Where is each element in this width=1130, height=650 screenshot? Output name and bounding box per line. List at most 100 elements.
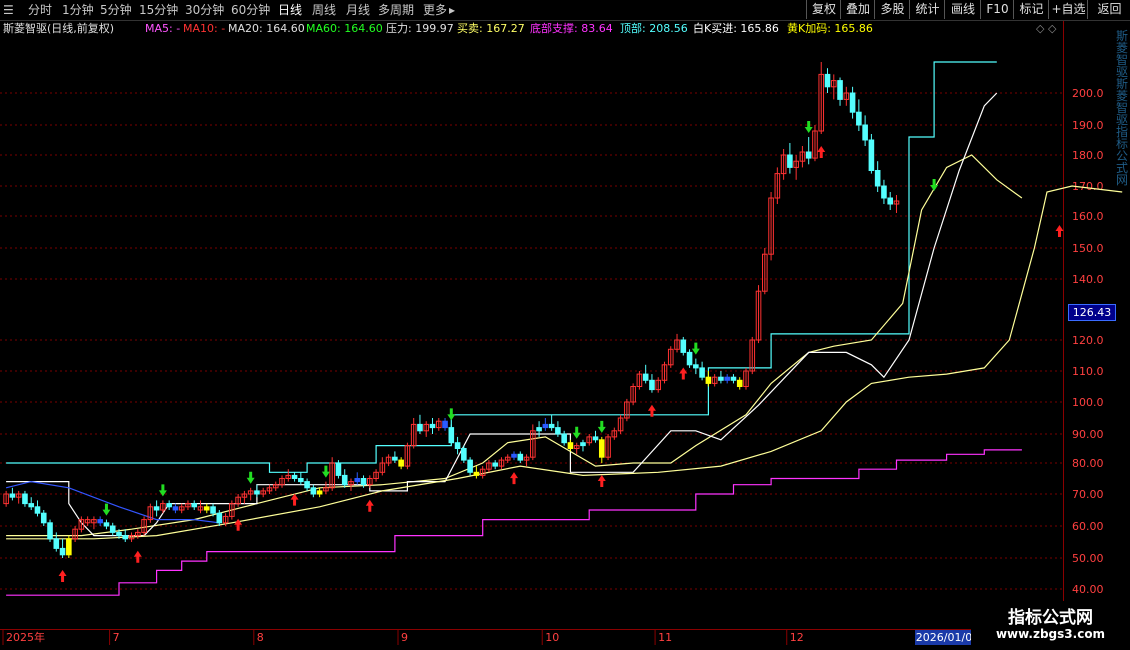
- candle-body: [705, 376, 712, 384]
- candle-body: [291, 474, 298, 479]
- legend-ma60: MA60: 164.60: [306, 22, 383, 35]
- candle-body: [417, 423, 423, 432]
- candle-body: [699, 367, 705, 378]
- candle-body: [66, 538, 72, 556]
- candle-body: [580, 442, 586, 447]
- candle-body: [724, 376, 730, 381]
- candle-body: [360, 478, 367, 486]
- candle-body: [511, 453, 517, 458]
- watermark-logo: 指标公式网 www.zbgs3.com: [971, 601, 1130, 650]
- period-tab-3[interactable]: 15分钟: [139, 2, 178, 18]
- candle-body: [824, 73, 831, 88]
- period-tab-0[interactable]: 分时: [28, 2, 52, 18]
- candle-body: [304, 481, 310, 489]
- x-tick-label: 10: [545, 631, 559, 644]
- candle-body: [210, 506, 216, 514]
- candle-body: [598, 439, 605, 458]
- candle-body: [254, 490, 260, 495]
- y-tick-label: 110.0: [1072, 365, 1104, 378]
- x-tick-label: 2025年: [6, 630, 45, 644]
- legend-support: 底部支撑: 83.64: [530, 22, 613, 35]
- candle-body: [492, 462, 498, 467]
- y-tick-label: 80.00: [1072, 457, 1104, 470]
- legend-whitek: 白K买进: 165.86: [693, 22, 779, 35]
- chart-background: [0, 0, 1130, 650]
- toolbar-button-8[interactable]: 返回: [1087, 0, 1130, 19]
- candle-body: [642, 373, 649, 381]
- candle-body: [47, 522, 53, 540]
- candle-body: [856, 111, 862, 126]
- candle-body: [28, 503, 35, 508]
- candle-body: [354, 478, 361, 483]
- y-tick-label: 100.0: [1072, 396, 1104, 409]
- candle-body: [335, 462, 342, 476]
- y-tick-label: 150.0: [1072, 242, 1104, 255]
- candle-body: [874, 170, 881, 187]
- candle-body: [53, 538, 60, 549]
- candle-body: [191, 503, 198, 508]
- toolbar-button-6[interactable]: 标记: [1013, 0, 1049, 19]
- x-tick-label: 12: [790, 631, 804, 644]
- price-crosshair-tag: 126.43: [1068, 304, 1116, 321]
- candle-body: [693, 364, 699, 369]
- candle-body: [116, 531, 122, 537]
- candle-body: [473, 471, 480, 476]
- candle-body: [97, 519, 103, 524]
- candle-body: [868, 139, 875, 171]
- candle-body: [166, 503, 172, 508]
- y-tick-label: 60.00: [1072, 520, 1104, 533]
- menu-icon[interactable]: ☰: [3, 2, 14, 18]
- period-tab-6[interactable]: 日线: [278, 2, 302, 18]
- x-tick-label: 9: [401, 631, 408, 644]
- period-tab-9[interactable]: 多周期: [378, 2, 414, 18]
- period-tab-5[interactable]: 60分钟: [231, 2, 270, 18]
- toolbar-button-5[interactable]: F10: [980, 0, 1014, 19]
- period-tab-4[interactable]: 30分钟: [185, 2, 224, 18]
- candle-body: [649, 379, 655, 391]
- candle-body: [429, 423, 436, 429]
- watermark-title: 指标公式网: [1008, 608, 1093, 628]
- candle-body: [837, 80, 843, 100]
- candle-body: [122, 535, 129, 540]
- candle-body: [887, 197, 894, 205]
- legend-collapse-icon[interactable]: ◇ ◇: [1036, 22, 1056, 35]
- legend-buysell: 买卖: 167.27: [457, 22, 525, 35]
- toolbar-button-4[interactable]: 画线: [944, 0, 981, 19]
- toolbar-button-7[interactable]: +自选: [1048, 0, 1088, 19]
- candle-body: [310, 487, 317, 495]
- period-tab-1[interactable]: 1分钟: [62, 2, 94, 18]
- candle-body: [467, 459, 473, 473]
- candle-body: [398, 459, 404, 467]
- toolbar-button-2[interactable]: 多股: [874, 0, 910, 19]
- candle-body: [22, 493, 28, 505]
- candle-body: [730, 376, 737, 381]
- y-tick-label: 200.0: [1072, 87, 1104, 100]
- candle-body: [109, 525, 116, 533]
- period-tab-8[interactable]: 月线: [346, 2, 370, 18]
- toolbar-button-3[interactable]: 统计: [909, 0, 945, 19]
- more-arrow-icon[interactable]: ▸: [449, 2, 455, 18]
- stock-name[interactable]: 斯菱智驱(日线,前复权): [3, 20, 114, 38]
- candle-body: [103, 522, 110, 527]
- candle-body: [341, 474, 348, 486]
- period-tab-2[interactable]: 5分钟: [100, 2, 132, 18]
- candle-body: [34, 506, 41, 514]
- kline-chart[interactable]: 40.00 50.00 60.00 70.00 80.00 90.00 100.0 110.0…: [0, 0, 1130, 650]
- candle-body: [448, 427, 455, 444]
- side-watermark-text: 斯菱智驱斯菱智驱指标公式网: [1116, 29, 1129, 187]
- candle-body: [805, 151, 812, 159]
- toolbar-button-1[interactable]: 叠加: [840, 0, 875, 19]
- candle-body: [517, 453, 524, 461]
- period-tab-10[interactable]: 更多: [423, 2, 447, 18]
- toolbar-button-0[interactable]: 复权: [806, 0, 841, 19]
- candle-body: [40, 512, 47, 524]
- y-tick-label: 40.00: [1072, 583, 1104, 596]
- candle-body: [567, 442, 574, 450]
- candle-body: [59, 547, 66, 556]
- candle-body: [316, 490, 323, 495]
- period-tab-7[interactable]: 周线: [312, 2, 336, 18]
- legend-pressure: 压力: 199.97: [386, 22, 454, 35]
- candle-body: [542, 423, 549, 429]
- candle-body: [216, 512, 223, 524]
- date-crosshair-tag: 2026/01/0: [915, 630, 973, 645]
